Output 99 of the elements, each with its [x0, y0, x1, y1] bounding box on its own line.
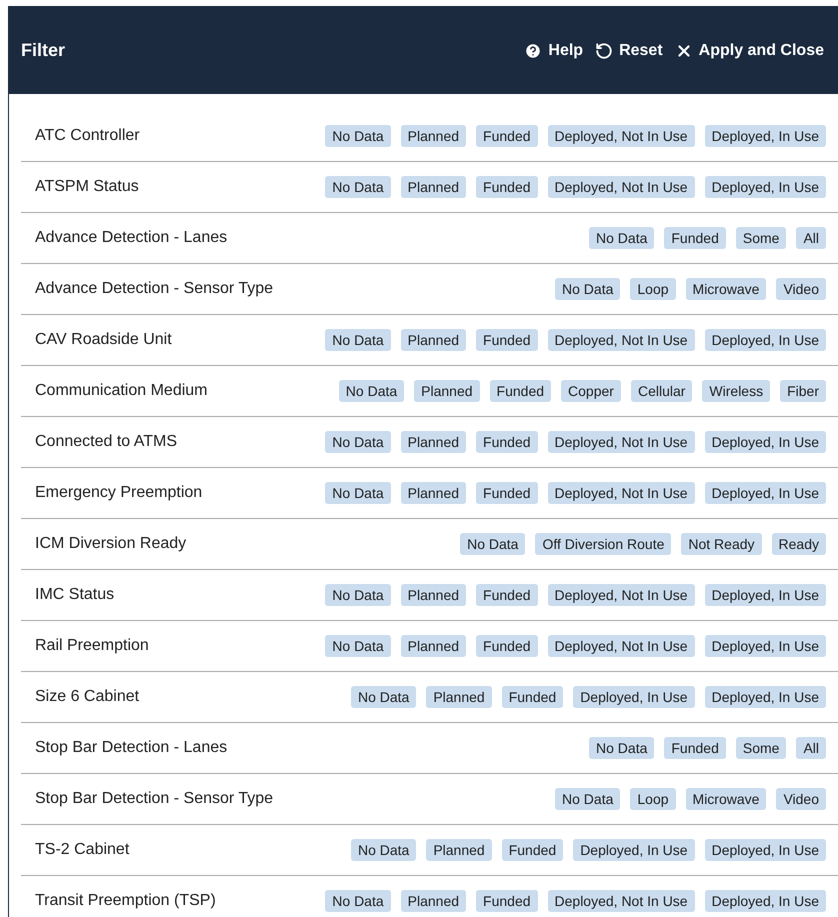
option-chip[interactable]: No Data	[325, 482, 391, 504]
option-chip[interactable]: Deployed, In Use	[573, 839, 695, 861]
option-chip[interactable]: Planned	[400, 890, 466, 912]
filter-label: ATSPM Status	[35, 178, 139, 196]
option-chip[interactable]: All	[796, 227, 826, 249]
close-button[interactable]: Apply and Close	[674, 42, 824, 60]
option-chip[interactable]: Deployed, Not In Use	[548, 329, 695, 351]
option-chip[interactable]: No Data	[325, 431, 391, 453]
option-chip[interactable]: Funded	[476, 635, 538, 657]
help-button[interactable]: Help	[524, 42, 584, 60]
option-chip[interactable]: Loop	[630, 278, 676, 300]
option-chip[interactable]: Microwave	[686, 278, 766, 300]
option-chip[interactable]: No Data	[555, 278, 620, 300]
option-chip[interactable]: No Data	[325, 176, 391, 198]
option-chip[interactable]: No Data	[325, 890, 391, 912]
option-chip[interactable]: Planned	[400, 176, 466, 198]
option-chip[interactable]: Planned	[426, 686, 492, 708]
option-chip[interactable]: Planned	[400, 431, 466, 453]
help-icon	[524, 42, 542, 60]
filter-label: CAV Roadside Unit	[35, 331, 172, 349]
option-chip[interactable]: No Data	[589, 737, 654, 759]
filter-label: IMC Status	[35, 586, 114, 604]
option-chip[interactable]: Deployed, Not In Use	[548, 482, 695, 504]
option-chip[interactable]: Deployed, Not In Use	[548, 176, 695, 198]
filter-label: Communication Medium	[35, 382, 208, 400]
option-chip[interactable]: No Data	[338, 380, 404, 402]
reset-icon	[595, 42, 614, 60]
option-chip[interactable]: Planned	[400, 482, 466, 504]
option-chip[interactable]: Funded	[490, 380, 552, 402]
option-chip[interactable]: No Data	[325, 125, 391, 147]
filter-label: Connected to ATMS	[35, 433, 177, 451]
filter-label: Rail Preemption	[35, 637, 149, 655]
filter-label: ATC Controller	[35, 127, 140, 145]
filter-label: ICM Diversion Ready	[35, 535, 186, 553]
option-chip[interactable]: Funded	[502, 839, 564, 861]
option-chip[interactable]: Microwave	[686, 788, 766, 810]
option-chip[interactable]: Planned	[426, 839, 492, 861]
filter-label: Stop Bar Detection - Lanes	[35, 739, 228, 757]
option-chip[interactable]: Deployed, In Use	[704, 482, 826, 504]
option-chip[interactable]: Funded	[502, 686, 564, 708]
option-chip[interactable]: All	[796, 737, 826, 759]
option-chip[interactable]: Video	[776, 788, 826, 810]
option-chip[interactable]: Off Diversion Route	[535, 533, 672, 555]
filter-label: Stop Bar Detection - Sensor Type	[35, 790, 274, 808]
option-chip[interactable]: Funded	[476, 482, 538, 504]
filter-label: TS-2 Cabinet	[35, 841, 130, 859]
option-chip[interactable]: Fiber	[780, 380, 826, 402]
option-chip[interactable]: No Data	[555, 788, 620, 810]
option-chip[interactable]: Video	[776, 278, 826, 300]
option-chip[interactable]: Copper	[561, 380, 621, 402]
option-chip[interactable]: Deployed, In Use	[573, 686, 695, 708]
option-chip[interactable]: Planned	[400, 329, 466, 351]
filter-label: Emergency Preemption	[35, 484, 202, 502]
option-chip[interactable]: Deployed, In Use	[704, 584, 826, 606]
option-chip[interactable]: Planned	[400, 584, 466, 606]
option-chip[interactable]: Ready	[772, 533, 826, 555]
option-chip[interactable]: Not Ready	[681, 533, 762, 555]
option-chip[interactable]: No Data	[325, 329, 391, 351]
option-chip[interactable]: No Data	[589, 227, 654, 249]
option-chip[interactable]: Funded	[664, 227, 726, 249]
panel-title: Filter	[21, 40, 66, 61]
option-chip[interactable]: Deployed, Not In Use	[548, 635, 695, 657]
option-chip[interactable]: Deployed, In Use	[704, 839, 826, 861]
reset-button[interactable]: Reset	[595, 42, 663, 60]
option-chip[interactable]: Funded	[476, 125, 538, 147]
option-chip[interactable]: No Data	[325, 635, 391, 657]
option-chip[interactable]: Deployed, Not In Use	[548, 125, 695, 147]
option-chip[interactable]: Some	[736, 227, 786, 249]
option-chip[interactable]: Planned	[400, 635, 466, 657]
filter-label: Size 6 Cabinet	[35, 688, 140, 706]
option-chip[interactable]: Deployed, In Use	[704, 125, 826, 147]
option-chip[interactable]: Cellular	[630, 380, 692, 402]
option-chip[interactable]: Deployed, In Use	[704, 635, 826, 657]
option-chip[interactable]: Funded	[664, 737, 726, 759]
option-chip[interactable]: Some	[736, 737, 786, 759]
option-chip[interactable]: Planned	[414, 380, 480, 402]
option-chip[interactable]: No Data	[350, 686, 416, 708]
option-chip[interactable]: Deployed, Not In Use	[548, 431, 695, 453]
option-chip[interactable]: Funded	[476, 584, 538, 606]
option-chip[interactable]: Deployed, Not In Use	[548, 584, 695, 606]
option-chip[interactable]: Wireless	[702, 380, 770, 402]
option-chip[interactable]: No Data	[350, 839, 416, 861]
option-chip[interactable]: No Data	[460, 533, 526, 555]
option-chip[interactable]: Loop	[630, 788, 676, 810]
option-chip[interactable]: Funded	[476, 431, 538, 453]
option-chip[interactable]: Deployed, In Use	[704, 431, 826, 453]
option-chip[interactable]: Funded	[476, 176, 538, 198]
option-chip[interactable]: Deployed, In Use	[704, 329, 826, 351]
option-chip[interactable]: Deployed, In Use	[704, 176, 826, 198]
option-chip[interactable]: Planned	[400, 125, 466, 147]
option-chip[interactable]: Funded	[476, 329, 538, 351]
filter-label: Advance Detection - Lanes	[35, 229, 228, 247]
option-chip[interactable]: Deployed, In Use	[704, 890, 826, 912]
option-chip[interactable]: Funded	[476, 890, 538, 912]
filter-label: Transit Preemption (TSP)	[35, 892, 216, 910]
option-chip[interactable]: No Data	[325, 584, 391, 606]
option-chip[interactable]: Deployed, In Use	[704, 686, 826, 708]
filter-label: Advance Detection - Sensor Type	[35, 280, 274, 298]
option-chip[interactable]: Deployed, Not In Use	[548, 890, 695, 912]
